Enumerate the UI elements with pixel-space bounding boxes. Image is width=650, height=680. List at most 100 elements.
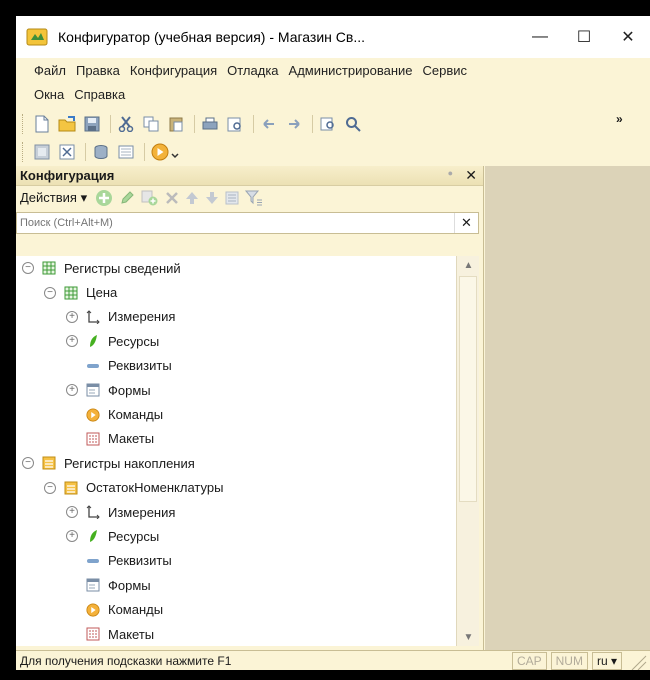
language-selector[interactable]: ru ▾ (591, 651, 622, 670)
new-document-icon[interactable] (31, 113, 53, 135)
register-icon (42, 456, 56, 470)
collapse-icon[interactable]: − (44, 481, 56, 494)
axis-icon (86, 310, 100, 324)
cut-icon[interactable] (115, 113, 137, 135)
search-input[interactable] (17, 213, 437, 233)
copy-icon[interactable] (140, 113, 162, 135)
delete-icon[interactable] (165, 191, 179, 205)
move-up-icon[interactable] (185, 191, 199, 205)
toolbar-grip[interactable] (22, 142, 25, 162)
title-bar[interactable]: Конфигуратор (учебная версия) - Магазин … (16, 16, 650, 58)
actions-menu-button[interactable]: Действия ▾ (20, 190, 87, 206)
menu-debug[interactable]: Отладка (227, 63, 278, 78)
tree-item[interactable]: + Ресурсы (16, 329, 456, 353)
undo-icon[interactable] (258, 113, 280, 135)
tree-item[interactable]: Реквизиты (16, 354, 456, 378)
leaf-icon (86, 529, 100, 543)
expand-icon[interactable]: + (66, 506, 78, 519)
form-icon (86, 383, 100, 397)
tree-item[interactable]: Формы (16, 573, 456, 597)
tree-item[interactable]: + Ресурсы (16, 524, 456, 548)
status-bar: Для получения подсказки нажмите F1 CAP N… (16, 650, 650, 670)
menu-administration[interactable]: Администрирование (289, 63, 413, 78)
tree-item-label: Формы (108, 382, 151, 398)
resize-grip-icon[interactable] (626, 652, 650, 670)
app-1c-icon (26, 26, 48, 48)
tree-item[interactable]: − Регистры сведений (16, 256, 456, 280)
tree-item[interactable]: − Цена (16, 280, 456, 304)
tree-scrollbar[interactable]: ▲ ▼ (456, 256, 479, 646)
open-folder-icon[interactable] (56, 113, 78, 135)
search-box[interactable]: ✕ (16, 212, 479, 234)
collapse-icon[interactable]: − (22, 457, 34, 470)
menu-row-1: Файл Правка Конфигурация Отладка Админис… (34, 58, 650, 82)
print-icon[interactable] (199, 113, 221, 135)
panel-actions-bar: Действия ▾ (16, 186, 483, 210)
tree-item[interactable]: + Формы (16, 378, 456, 402)
find-in-document-icon[interactable] (317, 113, 339, 135)
tree-item[interactable]: − Регистры накопления (16, 451, 456, 475)
paste-icon[interactable] (165, 113, 187, 135)
copy-item-icon[interactable] (141, 190, 159, 206)
expand-icon[interactable]: + (66, 310, 78, 323)
toolbar-separator (194, 115, 195, 133)
tree-item-label: Цена (86, 285, 118, 301)
tree-item[interactable]: Макеты (16, 622, 456, 646)
config-window-icon[interactable] (31, 141, 53, 163)
filter-icon[interactable] (245, 190, 263, 206)
tree-item[interactable]: Команды (16, 597, 456, 621)
tree-item-label: Ресурсы (108, 528, 160, 544)
add-icon[interactable] (95, 189, 113, 207)
close-window-button[interactable]: ✕ (606, 16, 650, 58)
scroll-down-button[interactable]: ▼ (457, 628, 480, 646)
save-icon[interactable] (81, 113, 103, 135)
menu-service[interactable]: Сервис (423, 63, 468, 78)
expand-icon[interactable]: + (66, 335, 78, 348)
toolbar-grip[interactable] (22, 114, 25, 134)
menu-row-2: Окна Справка (34, 82, 650, 106)
status-hint: Для получения подсказки нажмите F1 (20, 653, 232, 668)
tree-item[interactable]: Макеты (16, 427, 456, 451)
scrollbar-thumb[interactable] (459, 276, 477, 502)
configuration-tree: − Регистры сведений − Цена + Измерения + Ресурс… (16, 256, 456, 646)
tree-item[interactable]: Реквизиты (16, 549, 456, 573)
maximize-button[interactable]: ☐ (562, 16, 606, 58)
list-view-icon[interactable] (225, 191, 239, 205)
tree-item[interactable]: Команды (16, 402, 456, 426)
menu-bar: Файл Правка Конфигурация Отладка Админис… (16, 58, 650, 110)
menu-file[interactable]: Файл (34, 63, 66, 78)
run-debug-icon[interactable] (149, 141, 183, 163)
move-down-icon[interactable] (205, 191, 219, 205)
menu-windows[interactable]: Окна (34, 87, 64, 102)
search-clear-button[interactable]: ✕ (454, 213, 478, 233)
tree-item[interactable]: − ОстатокНоменклатуры (16, 476, 456, 500)
menu-configuration[interactable]: Конфигурация (130, 63, 217, 78)
properties-icon[interactable] (115, 141, 137, 163)
expand-icon[interactable]: + (66, 384, 78, 397)
menu-help[interactable]: Справка (74, 87, 125, 102)
menu-edit[interactable]: Правка (76, 63, 120, 78)
panel-close-button[interactable]: ✕ (465, 167, 477, 184)
toolbar-separator (312, 115, 313, 133)
expand-icon[interactable]: + (66, 530, 78, 543)
panel-title: Конфигурация (20, 168, 115, 183)
play-icon (86, 603, 100, 617)
tree-item[interactable]: + Измерения (16, 500, 456, 524)
window-title: Конфигуратор (учебная версия) - Магазин … (58, 29, 366, 45)
search-icon[interactable] (342, 113, 364, 135)
scroll-up-button[interactable]: ▲ (457, 256, 480, 274)
collapse-icon[interactable]: − (22, 262, 34, 275)
collapse-icon[interactable]: − (44, 286, 56, 299)
minimize-button[interactable]: — (518, 16, 562, 58)
tree-item[interactable]: + Измерения (16, 305, 456, 329)
play-icon (86, 407, 100, 422)
caps-lock-indicator: CAP (511, 651, 547, 670)
edit-pencil-icon[interactable] (119, 190, 135, 206)
print-preview-icon[interactable] (224, 113, 246, 135)
pin-icon[interactable]: ● (448, 168, 453, 178)
toolbar-separator (110, 115, 111, 133)
redo-icon[interactable] (283, 113, 305, 135)
toolbar-overflow-icon[interactable]: » (616, 112, 623, 126)
database-icon[interactable] (90, 141, 112, 163)
compare-config-icon[interactable] (56, 141, 78, 163)
